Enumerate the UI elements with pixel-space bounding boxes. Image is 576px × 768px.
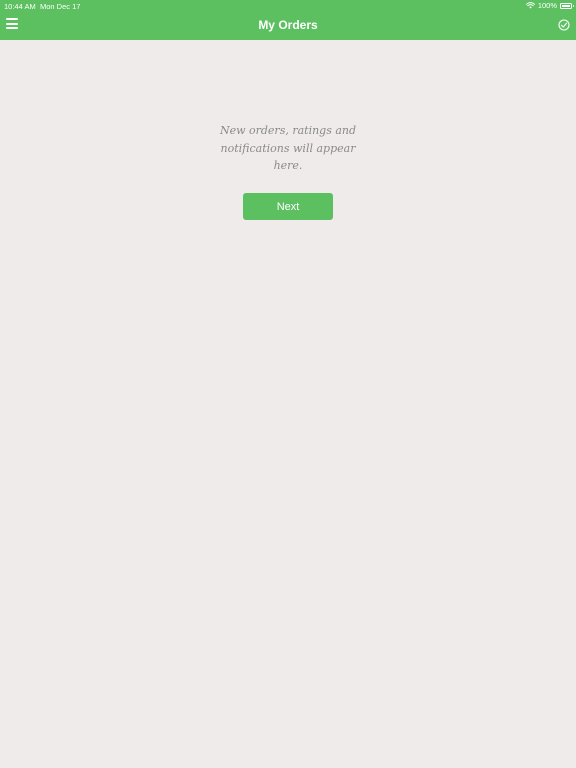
wifi-icon (525, 2, 535, 9)
status-bar: 10:44 AM Mon Dec 17 100% (0, 0, 576, 12)
battery-icon (560, 2, 574, 9)
checkmark-circle-icon[interactable] (558, 19, 570, 31)
battery-fill (562, 4, 570, 7)
empty-message-line: here. (273, 159, 303, 172)
status-date: Mon Dec 17 (40, 2, 81, 11)
status-time: 10:44 AM (4, 2, 36, 11)
battery-percentage: 100% (537, 1, 557, 10)
status-right-group: 100% (525, 1, 574, 10)
app-header: 10:44 AM Mon Dec 17 100% My Orders (0, 0, 576, 40)
empty-message-line: notifications will appear (220, 141, 356, 155)
page-title: My Orders (258, 18, 318, 32)
next-button[interactable]: Next (243, 193, 333, 220)
empty-message-line: New orders, ratings and (219, 124, 357, 137)
empty-state-message: New orders, ratings and notifications wi… (208, 122, 368, 175)
